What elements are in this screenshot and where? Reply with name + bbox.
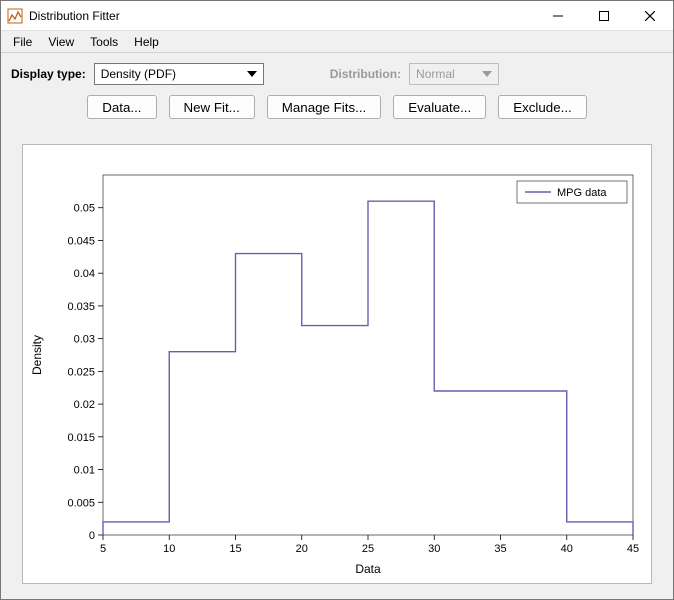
svg-text:0.03: 0.03 <box>74 334 95 346</box>
app-icon <box>7 8 23 24</box>
window-controls <box>535 1 673 30</box>
menu-tools[interactable]: Tools <box>82 33 126 51</box>
svg-text:35: 35 <box>494 543 506 555</box>
minimize-button[interactable] <box>535 1 581 30</box>
svg-text:40: 40 <box>561 543 573 555</box>
titlebar: Distribution Fitter <box>1 1 673 31</box>
maximize-button[interactable] <box>581 1 627 30</box>
display-type-dropdown[interactable]: Density (PDF) <box>94 63 264 85</box>
chevron-down-icon <box>247 71 257 77</box>
svg-text:0.01: 0.01 <box>74 465 95 477</box>
menubar: File View Tools Help <box>1 31 673 53</box>
svg-text:0.025: 0.025 <box>67 366 95 378</box>
svg-text:0.05: 0.05 <box>74 203 95 215</box>
svg-text:0.015: 0.015 <box>67 432 95 444</box>
density-chart: 5 10 15 20 25 30 35 40 45 0 0.005 0.01 0.015 0.02 0.02… <box>23 145 653 585</box>
manage-fits-button[interactable]: Manage Fits... <box>267 95 381 119</box>
svg-text:Data: Data <box>355 562 381 576</box>
svg-text:0.045: 0.045 <box>67 235 95 247</box>
svg-text:0.035: 0.035 <box>67 301 95 313</box>
svg-text:15: 15 <box>229 543 241 555</box>
evaluate-button[interactable]: Evaluate... <box>393 95 486 119</box>
menu-file[interactable]: File <box>5 33 40 51</box>
chevron-down-icon <box>482 71 492 77</box>
close-button[interactable] <box>627 1 673 30</box>
distribution-value: Normal <box>416 67 455 81</box>
svg-text:0.005: 0.005 <box>67 497 95 509</box>
plot-container: 5 10 15 20 25 30 35 40 45 0 0.005 0.01 0.015 0.02 0.02… <box>1 129 673 599</box>
svg-text:Density: Density <box>30 335 44 375</box>
distribution-label: Distribution: <box>330 67 401 81</box>
svg-text:20: 20 <box>296 543 308 555</box>
menu-help[interactable]: Help <box>126 33 167 51</box>
plot-pane: 5 10 15 20 25 30 35 40 45 0 0.005 0.01 0.015 0.02 0.02… <box>22 144 652 584</box>
svg-text:25: 25 <box>362 543 374 555</box>
controls-row: Display type: Density (PDF) Distribution… <box>1 53 673 91</box>
app-window: Distribution Fitter File View Tools Help… <box>0 0 674 600</box>
svg-text:0.02: 0.02 <box>74 399 95 411</box>
toolbar: Data... New Fit... Manage Fits... Evalua… <box>1 91 673 129</box>
svg-text:MPG data: MPG data <box>557 187 607 199</box>
svg-text:45: 45 <box>627 543 639 555</box>
svg-text:30: 30 <box>428 543 440 555</box>
display-type-value: Density (PDF) <box>101 67 176 81</box>
svg-text:10: 10 <box>163 543 175 555</box>
svg-text:0: 0 <box>89 530 95 542</box>
svg-text:0.04: 0.04 <box>74 268 95 280</box>
exclude-button[interactable]: Exclude... <box>498 95 587 119</box>
new-fit-button[interactable]: New Fit... <box>169 95 255 119</box>
display-type-label: Display type: <box>11 67 86 81</box>
data-button[interactable]: Data... <box>87 95 156 119</box>
menu-view[interactable]: View <box>40 33 82 51</box>
svg-text:5: 5 <box>100 543 106 555</box>
distribution-dropdown: Normal <box>409 63 499 85</box>
title-text: Distribution Fitter <box>29 9 535 23</box>
